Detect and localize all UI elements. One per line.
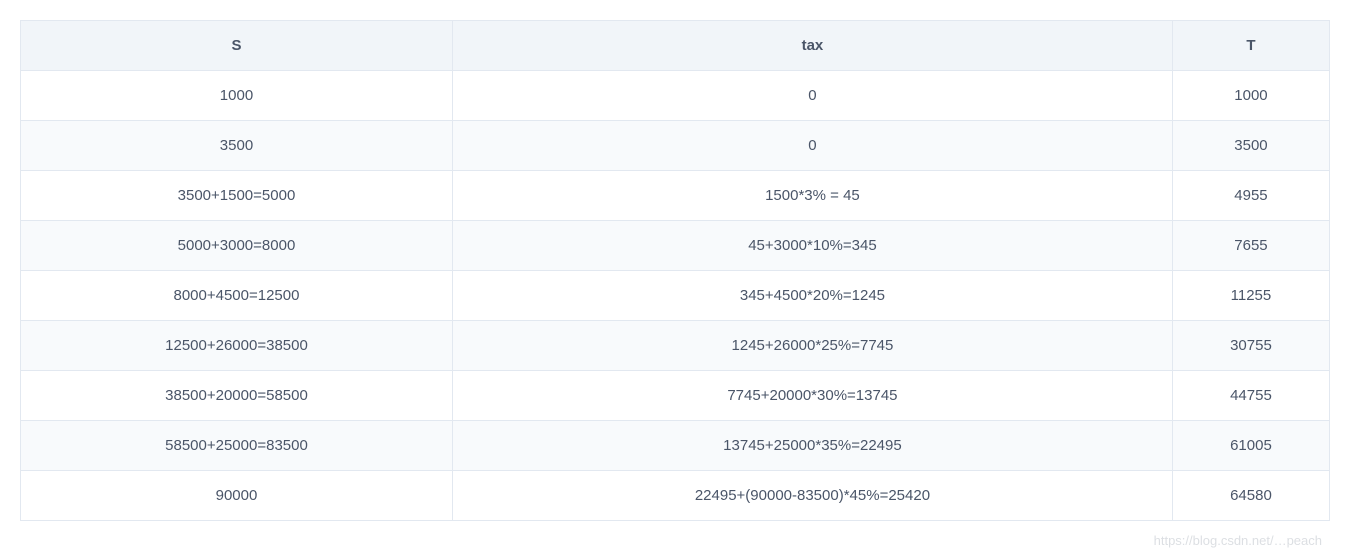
table-row: 58500+25000=83500 13745+25000*35%=22495 … [21,421,1330,471]
tax-table: S tax T 1000 0 1000 3500 0 3500 3500+150… [20,20,1330,521]
cell-t: 64580 [1172,471,1329,521]
cell-s: 8000+4500=12500 [21,271,453,321]
watermark-text: https://blog.csdn.net/…peach [1154,533,1322,548]
cell-s: 3500 [21,121,453,171]
cell-tax: 345+4500*20%=1245 [452,271,1172,321]
table-row: 38500+20000=58500 7745+20000*30%=13745 4… [21,371,1330,421]
header-tax: tax [452,21,1172,71]
cell-t: 3500 [1172,121,1329,171]
cell-s: 90000 [21,471,453,521]
table-row: 1000 0 1000 [21,71,1330,121]
table-row: 90000 22495+(90000-83500)*45%=25420 6458… [21,471,1330,521]
table-row: 12500+26000=38500 1245+26000*25%=7745 30… [21,321,1330,371]
cell-tax: 7745+20000*30%=13745 [452,371,1172,421]
cell-tax: 0 [452,71,1172,121]
cell-tax: 13745+25000*35%=22495 [452,421,1172,471]
cell-t: 1000 [1172,71,1329,121]
cell-tax: 22495+(90000-83500)*45%=25420 [452,471,1172,521]
cell-t: 4955 [1172,171,1329,221]
table-row: 3500+1500=5000 1500*3% = 45 4955 [21,171,1330,221]
cell-tax: 1245+26000*25%=7745 [452,321,1172,371]
cell-t: 11255 [1172,271,1329,321]
cell-t: 7655 [1172,221,1329,271]
cell-tax: 1500*3% = 45 [452,171,1172,221]
cell-s: 3500+1500=5000 [21,171,453,221]
table-header-row: S tax T [21,21,1330,71]
header-s: S [21,21,453,71]
cell-s: 5000+3000=8000 [21,221,453,271]
cell-s: 58500+25000=83500 [21,421,453,471]
table-row: 8000+4500=12500 345+4500*20%=1245 11255 [21,271,1330,321]
cell-t: 61005 [1172,421,1329,471]
header-t: T [1172,21,1329,71]
cell-s: 12500+26000=38500 [21,321,453,371]
cell-s: 38500+20000=58500 [21,371,453,421]
cell-t: 30755 [1172,321,1329,371]
cell-tax: 0 [452,121,1172,171]
table-row: 3500 0 3500 [21,121,1330,171]
cell-t: 44755 [1172,371,1329,421]
table-row: 5000+3000=8000 45+3000*10%=345 7655 [21,221,1330,271]
cell-tax: 45+3000*10%=345 [452,221,1172,271]
cell-s: 1000 [21,71,453,121]
